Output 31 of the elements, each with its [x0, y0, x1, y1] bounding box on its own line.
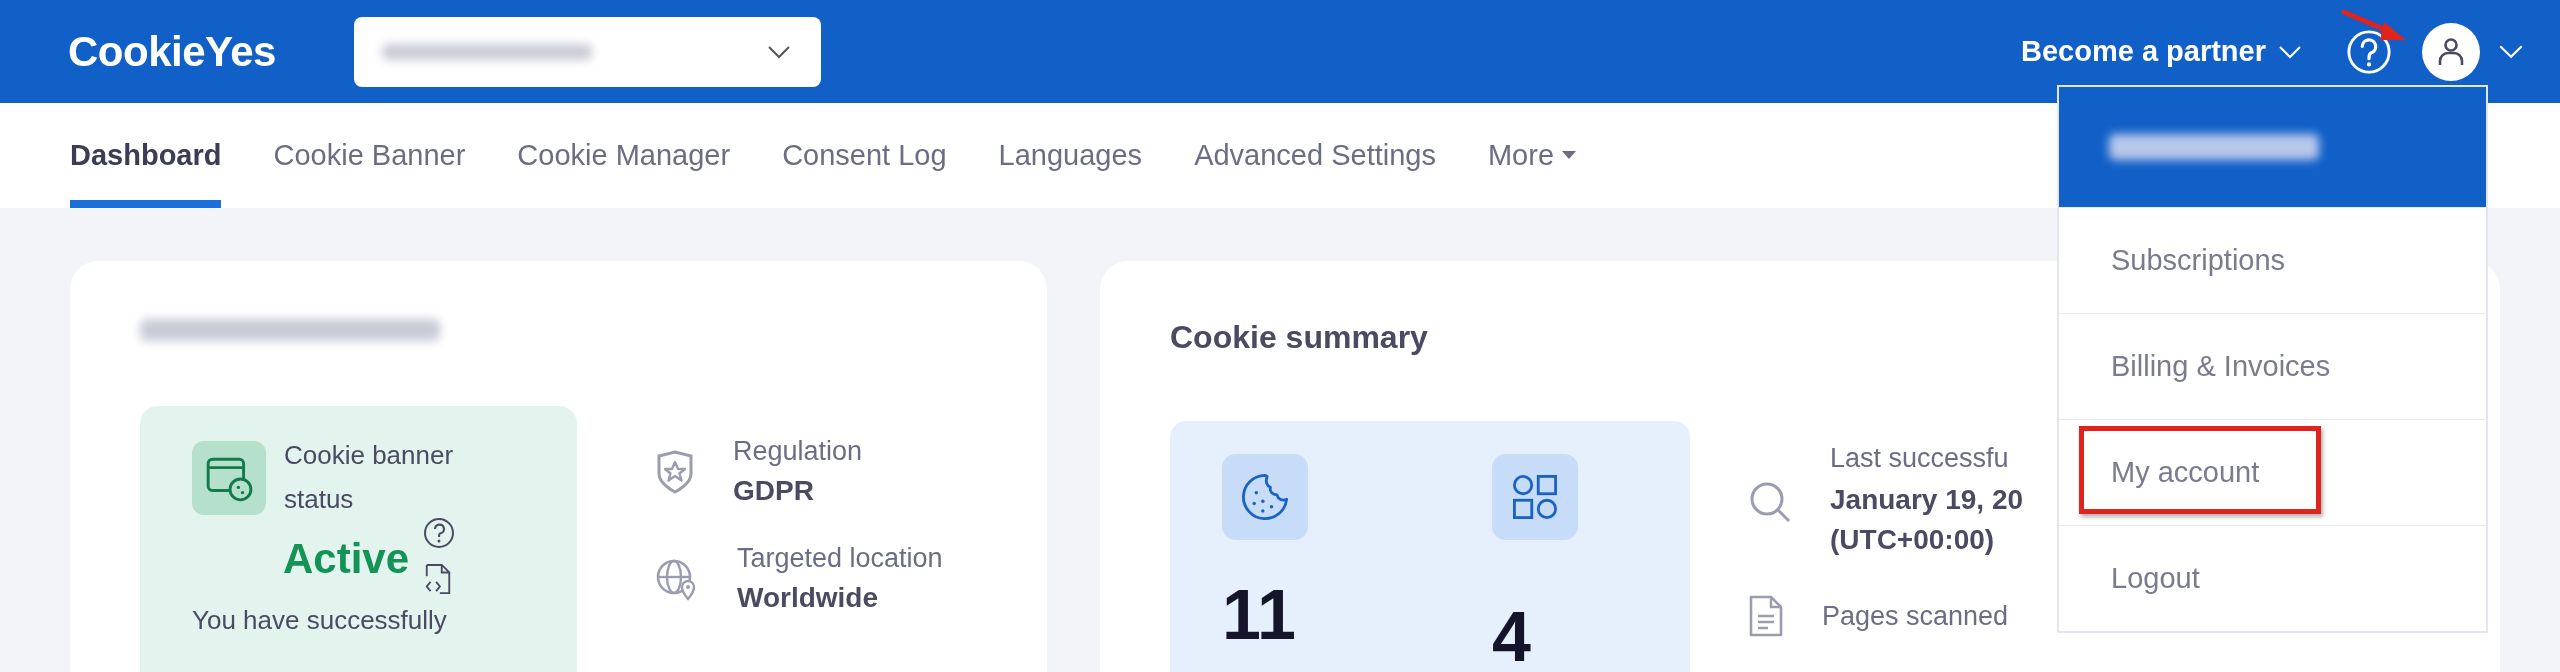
detail-label: Regulation [733, 436, 863, 467]
shapes-icon [1492, 454, 1578, 540]
stat-value: 4 [1492, 602, 1532, 672]
chevron-down-icon[interactable] [766, 44, 791, 59]
detail-value: GDPR [733, 475, 815, 507]
nav-tab[interactable]: Languages [998, 103, 1143, 208]
status-label: Cookie banner status [284, 439, 455, 516]
scan-label: Last successfu [1830, 443, 2010, 474]
help-icon[interactable] [423, 517, 456, 549]
scan-label: Pages scanned [1822, 600, 2009, 632]
status-description: You have successfully [192, 605, 448, 636]
partner-menu[interactable]: Become a partner [2021, 35, 2302, 68]
shield-star-icon [655, 449, 695, 494]
nav-tab[interactable]: Consent Log [782, 103, 947, 208]
nav-tab[interactable]: Cookie Manager [517, 103, 731, 208]
nav-tab[interactable]: Cookie Banner [273, 103, 466, 208]
cookie-icon [1222, 454, 1308, 540]
detail-label: Targeted location [737, 543, 943, 574]
nav-tab[interactable]: Dashboard [70, 103, 222, 208]
logo[interactable]: CookieYes [68, 27, 276, 76]
chevron-down-icon [2278, 44, 2302, 59]
document-icon [1748, 594, 1784, 638]
nav-tab[interactable]: More [1487, 103, 1577, 208]
card-title: Cookie summary [1170, 319, 1429, 356]
scan-value: January 19, 20 (UTC+00:00) [1830, 483, 2024, 557]
status-value: Active [283, 535, 410, 583]
browser-cookie-icon [192, 441, 266, 515]
user-avatar[interactable] [2422, 22, 2480, 81]
detail-value: Worldwide [737, 582, 880, 614]
nav-tab[interactable]: Advanced Settings [1194, 103, 1436, 208]
stat-value: 11 [1222, 580, 1297, 650]
